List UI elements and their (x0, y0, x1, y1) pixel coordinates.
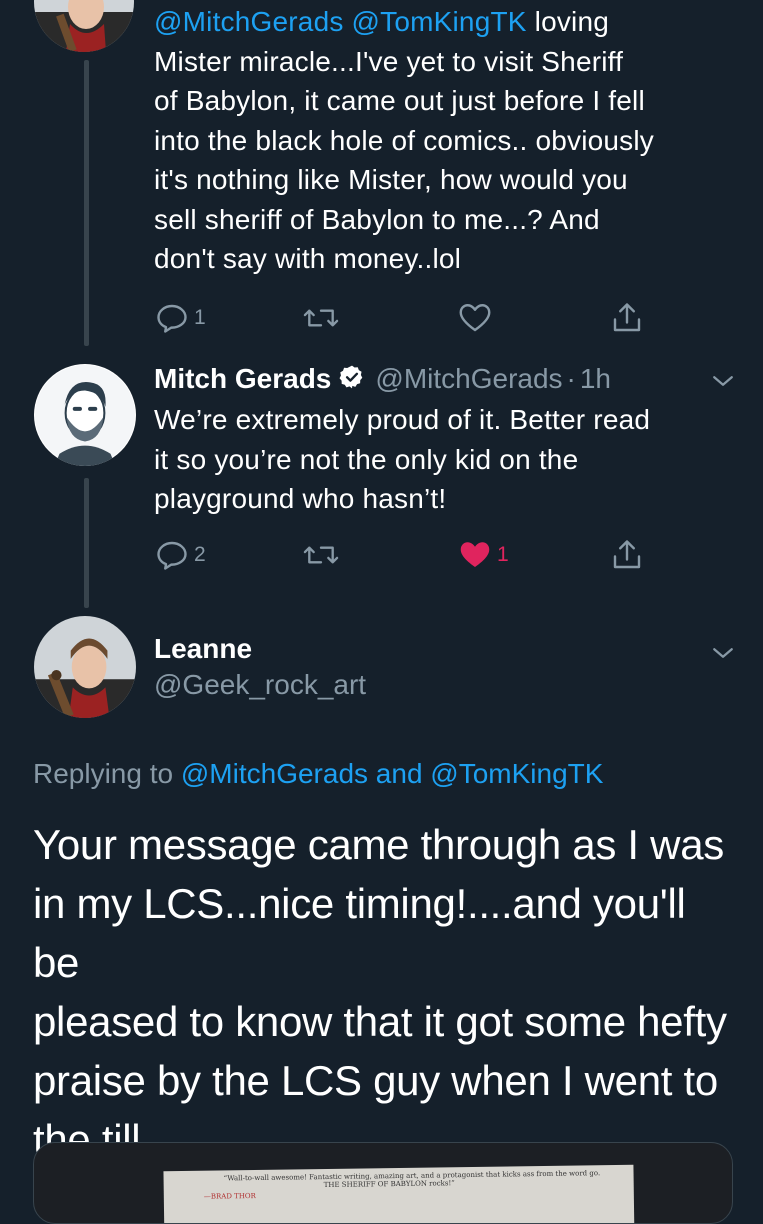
timestamp[interactable]: 1h (580, 363, 611, 395)
attached-photo[interactable]: “Wall-to-wall awesome! Fantastic writing… (33, 1142, 733, 1224)
main-line: in my LCS...nice timing!....and you'll b… (33, 880, 686, 986)
share-button[interactable] (609, 535, 645, 575)
reply-button[interactable]: 2 (154, 535, 206, 575)
thread-line (84, 60, 89, 346)
retweet-button[interactable] (302, 298, 340, 338)
separator-dot: · (566, 363, 576, 394)
tweet2-line: playground who hasn’t! (154, 483, 447, 514)
main-line: pleased to know that it got some hefty (33, 998, 727, 1045)
main-tweet-text: Your message came through as I was in my… (33, 815, 743, 1169)
tweet2-text: We’re extremely proud of it. Better read… (154, 400, 744, 519)
tweet1-line: it's nothing like Mister, how would you (154, 164, 628, 195)
main-line: praise by the LCS guy when I went to (33, 1057, 718, 1104)
share-icon (609, 537, 645, 573)
tweet1-line: of Babylon, it came out just before I fe… (154, 85, 645, 116)
author-name[interactable]: Leanne (154, 632, 366, 666)
retweet-icon (302, 300, 340, 336)
reply-icon (154, 300, 190, 336)
like-icon (457, 537, 493, 573)
reply-count: 1 (194, 306, 206, 329)
replying-prefix: Replying to (33, 758, 174, 789)
main-line: Your message came through as I was (33, 821, 724, 868)
avatar-leanne[interactable] (34, 616, 136, 718)
like-button[interactable]: 1 (457, 535, 509, 575)
share-icon (609, 300, 645, 336)
tweet2-line: it so you’re not the only kid on the (154, 443, 579, 475)
main-author: Leanne @Geek_rock_art (154, 632, 366, 702)
tweet1-line: Mister miracle...I've yet to visit Sheri… (154, 45, 624, 77)
verified-badge-icon (339, 364, 365, 395)
book-cover-photo: “Wall-to-wall awesome! Fantastic writing… (163, 1164, 635, 1223)
reply-button[interactable]: 1 (154, 298, 206, 338)
chevron-down-icon[interactable] (708, 638, 738, 673)
tweet1-line: sell sheriff of Babylon to me...? And (154, 203, 600, 235)
reply-count: 2 (194, 543, 206, 566)
tweet1-actions: 1 (154, 298, 654, 338)
photo-quote-author: —BRAD THOR (203, 1191, 256, 1201)
tweet1-line: loving (534, 6, 610, 37)
photo-quote-line: THE SHERIFF OF BABYLON rocks!” (323, 1179, 455, 1190)
replying-to: Replying to @MitchGerads and @TomKingTK (33, 758, 603, 790)
author-handle[interactable]: @MitchGerads (375, 363, 562, 395)
author-handle[interactable]: @Geek_rock_art (154, 668, 366, 702)
share-button[interactable] (609, 298, 645, 338)
replying-to-users[interactable]: @MitchGerads and @TomKingTK (181, 758, 604, 789)
reply-icon (154, 537, 190, 573)
tweet2-header: Mitch Gerads @MitchGerads · 1h (154, 363, 611, 395)
avatar-mitch-gerads[interactable] (34, 364, 136, 466)
tweet1-line: into the black hole of comics.. obviousl… (154, 124, 655, 156)
tweet1-text: @MitchGerads @TomKingTK loving Mister mi… (154, 2, 744, 279)
chevron-down-icon[interactable] (708, 366, 738, 401)
retweet-button[interactable] (302, 535, 340, 575)
thread-line (84, 478, 89, 608)
tweet2-actions: 2 1 (154, 535, 654, 575)
retweet-icon (302, 537, 340, 573)
like-button[interactable] (457, 298, 493, 338)
author-name[interactable]: Mitch Gerads (154, 363, 331, 395)
avatar-leanne-top[interactable] (34, 0, 134, 52)
tweet2-line: We’re extremely proud of it. Better read (154, 404, 651, 435)
like-icon (457, 300, 493, 336)
like-count: 1 (497, 543, 509, 566)
tweet1-mentions[interactable]: @MitchGerads @TomKingTK (154, 6, 527, 37)
tweet1-line: don't say with money..lol (154, 243, 462, 274)
